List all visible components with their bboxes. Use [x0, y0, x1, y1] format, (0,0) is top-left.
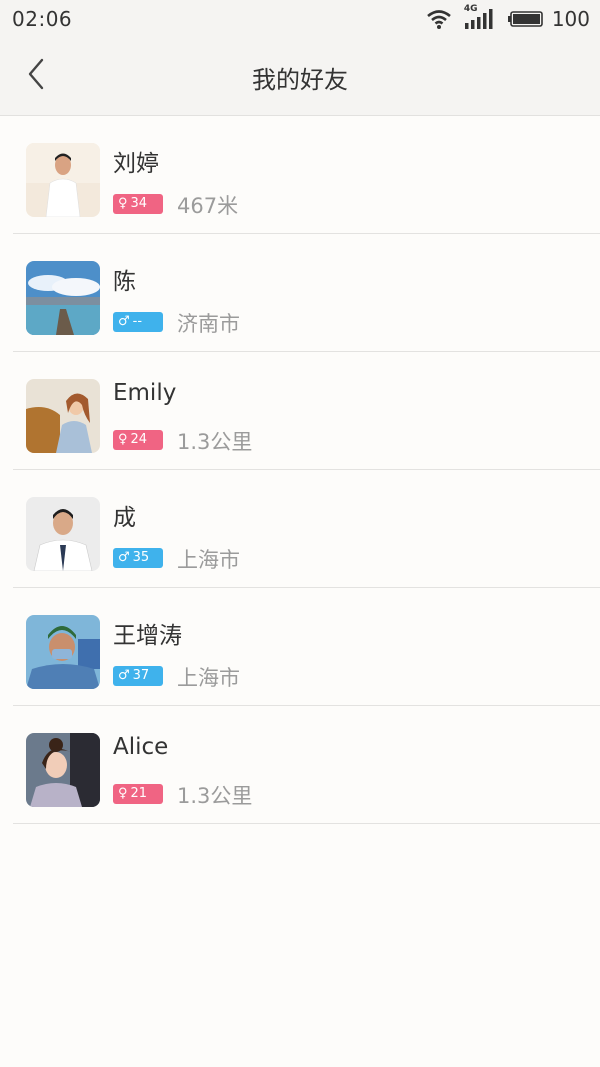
age-value: 34: [130, 196, 148, 211]
status-time: 02:06: [12, 7, 73, 31]
signal-icon: 4G: [464, 4, 496, 30]
friend-location: 上海市: [177, 548, 240, 572]
network-label: 4G: [463, 4, 478, 14]
male-icon: ♂: [118, 668, 130, 683]
avatar[interactable]: [26, 379, 100, 453]
friend-row[interactable]: 刘婷 ♀ 34 467米: [13, 116, 600, 234]
friend-row[interactable]: 陈 ♂ -- 济南市: [13, 234, 600, 352]
friend-row[interactable]: 成 ♂ 35 上海市: [13, 470, 600, 588]
battery-level: 100: [551, 7, 590, 31]
age-value: 35: [132, 550, 150, 565]
friend-location: 467米: [177, 194, 239, 218]
friend-name: Alice: [113, 734, 169, 760]
avatar[interactable]: [26, 497, 100, 571]
friend-name: 刘婷: [113, 151, 159, 177]
friend-name: 陈: [113, 269, 136, 295]
gender-age-badge: ♀ 24: [113, 430, 163, 450]
friend-name: 王增涛: [113, 623, 182, 649]
friend-row[interactable]: Alice ♀ 21 1.3公里: [13, 706, 600, 824]
gender-age-badge: ♀ 21: [113, 784, 163, 804]
wifi-icon: [426, 8, 452, 30]
friend-name: Emily: [113, 380, 177, 406]
friend-row[interactable]: 王增涛 ♂ 37 上海市: [13, 588, 600, 706]
gender-age-badge: ♂ 35: [113, 548, 163, 568]
page-title: 我的好友: [252, 66, 348, 94]
gender-age-badge: ♂ 37: [113, 666, 163, 686]
male-icon: ♂: [118, 550, 130, 565]
friend-location: 1.3公里: [177, 784, 253, 808]
status-icons: 4G 100: [414, 4, 590, 33]
friend-location: 1.3公里: [177, 430, 253, 454]
friend-location: 上海市: [177, 666, 240, 690]
status-bar: 02:06 4G 100: [0, 0, 600, 40]
gender-age-badge: ♂ --: [113, 312, 163, 332]
friend-list: 刘婷 ♀ 34 467米 陈 ♂ -- 济南市 Emily ♀ 24 1.3公里…: [0, 116, 600, 824]
gender-age-badge: ♀ 34: [113, 194, 163, 214]
avatar[interactable]: [26, 143, 100, 217]
nav-header: 我的好友: [0, 40, 600, 116]
age-value: 24: [130, 432, 148, 447]
battery-icon: [507, 10, 544, 28]
age-value: 21: [130, 786, 148, 801]
male-icon: ♂: [118, 314, 130, 329]
friend-name: 成: [113, 505, 136, 531]
female-icon: ♀: [118, 196, 128, 211]
friend-location: 济南市: [177, 312, 240, 336]
avatar[interactable]: [26, 615, 100, 689]
friend-row[interactable]: Emily ♀ 24 1.3公里: [13, 352, 600, 470]
female-icon: ♀: [118, 432, 128, 447]
female-icon: ♀: [118, 786, 128, 801]
age-value: 37: [132, 668, 150, 683]
avatar[interactable]: [26, 261, 100, 335]
age-value: --: [132, 314, 143, 329]
avatar[interactable]: [26, 733, 100, 807]
